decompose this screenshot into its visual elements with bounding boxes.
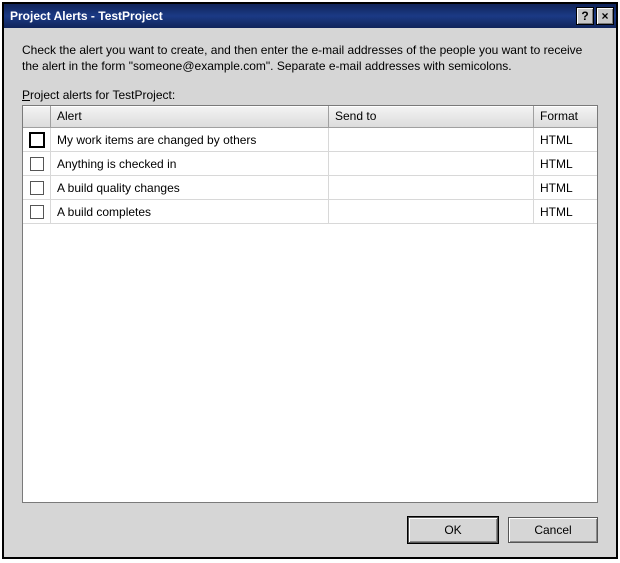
row-format-cell[interactable]: HTML <box>534 176 597 200</box>
alerts-grid: Alert Send to Format My work items are c… <box>22 105 598 503</box>
instruction-text: Check the alert you want to create, and … <box>22 42 598 74</box>
row-checkbox-cell[interactable] <box>23 176 51 200</box>
table-row[interactable]: Anything is checked in HTML <box>23 152 597 176</box>
row-alert-cell: A build quality changes <box>51 176 329 200</box>
row-sendto-cell[interactable] <box>329 176 534 200</box>
row-alert-cell: Anything is checked in <box>51 152 329 176</box>
help-icon: ? <box>581 9 588 23</box>
row-sendto-cell[interactable] <box>329 152 534 176</box>
row-checkbox-cell[interactable] <box>23 200 51 224</box>
row-checkbox[interactable] <box>29 132 45 148</box>
close-icon: × <box>601 9 608 23</box>
row-format-cell[interactable]: HTML <box>534 128 597 152</box>
alerts-list-label: Project alerts for TestProject: <box>22 88 598 102</box>
row-sendto-cell[interactable] <box>329 200 534 224</box>
titlebar: Project Alerts - TestProject ? × <box>4 4 616 28</box>
dialog-window: Project Alerts - TestProject ? × Check t… <box>2 2 618 559</box>
column-header-format[interactable]: Format <box>534 106 597 127</box>
row-checkbox-cell[interactable] <box>23 128 51 152</box>
row-checkbox-cell[interactable] <box>23 152 51 176</box>
row-checkbox[interactable] <box>30 157 44 171</box>
row-alert-cell: A build completes <box>51 200 329 224</box>
row-format-cell[interactable]: HTML <box>534 200 597 224</box>
row-checkbox[interactable] <box>30 181 44 195</box>
ok-button[interactable]: OK <box>408 517 498 543</box>
row-format-cell[interactable]: HTML <box>534 152 597 176</box>
column-header-alert[interactable]: Alert <box>51 106 329 127</box>
window-title: Project Alerts - TestProject <box>10 9 574 23</box>
cancel-button[interactable]: Cancel <box>508 517 598 543</box>
close-button[interactable]: × <box>596 7 614 25</box>
row-checkbox[interactable] <box>30 205 44 219</box>
table-row[interactable]: A build quality changes HTML <box>23 176 597 200</box>
dialog-button-row: OK Cancel <box>22 503 598 543</box>
grid-body: My work items are changed by othersHTMLA… <box>23 128 597 502</box>
row-alert-cell: My work items are changed by others <box>51 128 329 152</box>
column-header-checkbox[interactable] <box>23 106 51 127</box>
table-row[interactable]: A build completes HTML <box>23 200 597 224</box>
dialog-content: Check the alert you want to create, and … <box>4 28 616 557</box>
table-row[interactable]: My work items are changed by others HTML <box>23 128 597 152</box>
row-sendto-cell[interactable] <box>329 128 534 152</box>
grid-header-row: Alert Send to Format <box>23 106 597 128</box>
help-button[interactable]: ? <box>576 7 594 25</box>
column-header-sendto[interactable]: Send to <box>329 106 534 127</box>
